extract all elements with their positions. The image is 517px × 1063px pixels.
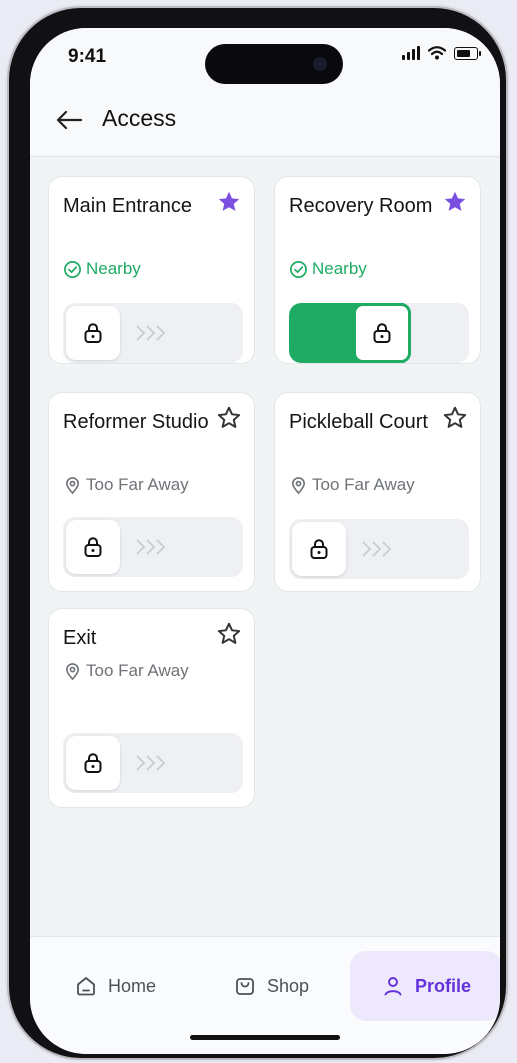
nav-shop[interactable]: Shop (216, 951, 326, 1021)
unlock-slider[interactable] (63, 303, 243, 363)
card-title: Recovery Room (289, 195, 433, 217)
check-circle-icon (64, 260, 81, 278)
nav-home[interactable]: Home (60, 951, 170, 1021)
lock-icon (373, 323, 391, 343)
star-outline-icon[interactable] (216, 621, 242, 647)
card-title: Main Entrance (63, 195, 192, 217)
location-pin-icon (65, 662, 80, 680)
status-label: Nearby (86, 259, 141, 278)
slider-knob[interactable] (353, 303, 411, 363)
nav-label: Profile (414, 975, 471, 996)
slider-knob[interactable] (66, 306, 120, 360)
status-icons (402, 46, 481, 60)
phone-frame: 9:41 Access Main Entrance Nearby Recover… (9, 8, 506, 1058)
app-screen: 9:41 Access Main Entrance Nearby Recover… (30, 28, 500, 1054)
status-time: 9:41 (68, 46, 107, 67)
dynamic-island (205, 44, 343, 84)
home-indicator (190, 1035, 340, 1040)
card-title: Reformer Studio (63, 411, 209, 433)
star-outline-icon[interactable] (216, 405, 242, 431)
status-too-far: Too Far Away (63, 661, 189, 681)
wifi-icon (428, 46, 446, 60)
page-title: Access (102, 105, 177, 131)
nav-profile[interactable]: Profile (350, 951, 500, 1021)
location-pin-icon (291, 476, 306, 494)
battery-icon (454, 46, 481, 60)
nav-label: Home (107, 975, 156, 996)
star-filled-icon[interactable] (442, 189, 468, 215)
unlock-slider[interactable] (289, 519, 469, 579)
card-title: Pickleball Court (289, 411, 428, 433)
access-card-recovery-room[interactable]: Recovery Room Nearby (274, 176, 481, 364)
slider-knob[interactable] (292, 522, 346, 576)
star-outline-icon[interactable] (442, 405, 468, 431)
status-too-far: Too Far Away (63, 475, 189, 495)
chevrons-right-icon (136, 755, 166, 771)
back-arrow-icon[interactable] (54, 108, 84, 132)
signal-icon (402, 46, 420, 60)
nav-label: Shop (266, 975, 310, 996)
chevrons-right-icon (136, 539, 166, 555)
unlock-slider[interactable] (289, 303, 469, 363)
status-label: Nearby (312, 259, 367, 278)
status-too-far: Too Far Away (289, 475, 415, 495)
check-circle-icon (290, 260, 307, 278)
status-label: Too Far Away (86, 661, 189, 680)
status-nearby: Nearby (63, 259, 141, 279)
top-bar: 9:41 Access (30, 28, 500, 157)
lock-icon (84, 537, 102, 557)
access-card-main-entrance[interactable]: Main Entrance Nearby (48, 176, 255, 364)
access-card-reformer-studio[interactable]: Reformer Studio Too Far Away (48, 392, 255, 592)
card-title: Exit (63, 627, 97, 649)
lock-icon (84, 323, 102, 343)
status-nearby: Nearby (289, 259, 367, 279)
unlock-slider[interactable] (63, 517, 243, 577)
access-card-exit[interactable]: Exit Too Far Away (48, 608, 255, 808)
status-label: Too Far Away (312, 475, 415, 494)
chevrons-right-icon (362, 541, 392, 557)
status-label: Too Far Away (86, 475, 189, 494)
shop-icon (236, 978, 254, 995)
home-icon (77, 977, 95, 996)
slider-knob[interactable] (66, 736, 120, 790)
lock-icon (310, 539, 328, 559)
location-pin-icon (65, 476, 80, 494)
profile-icon (384, 977, 402, 996)
slider-knob[interactable] (66, 520, 120, 574)
unlock-slider[interactable] (63, 733, 243, 793)
chevrons-right-icon (136, 325, 166, 341)
star-filled-icon[interactable] (216, 189, 242, 215)
lock-icon (84, 753, 102, 773)
access-card-pickleball-court[interactable]: Pickleball Court Too Far Away (274, 392, 481, 592)
